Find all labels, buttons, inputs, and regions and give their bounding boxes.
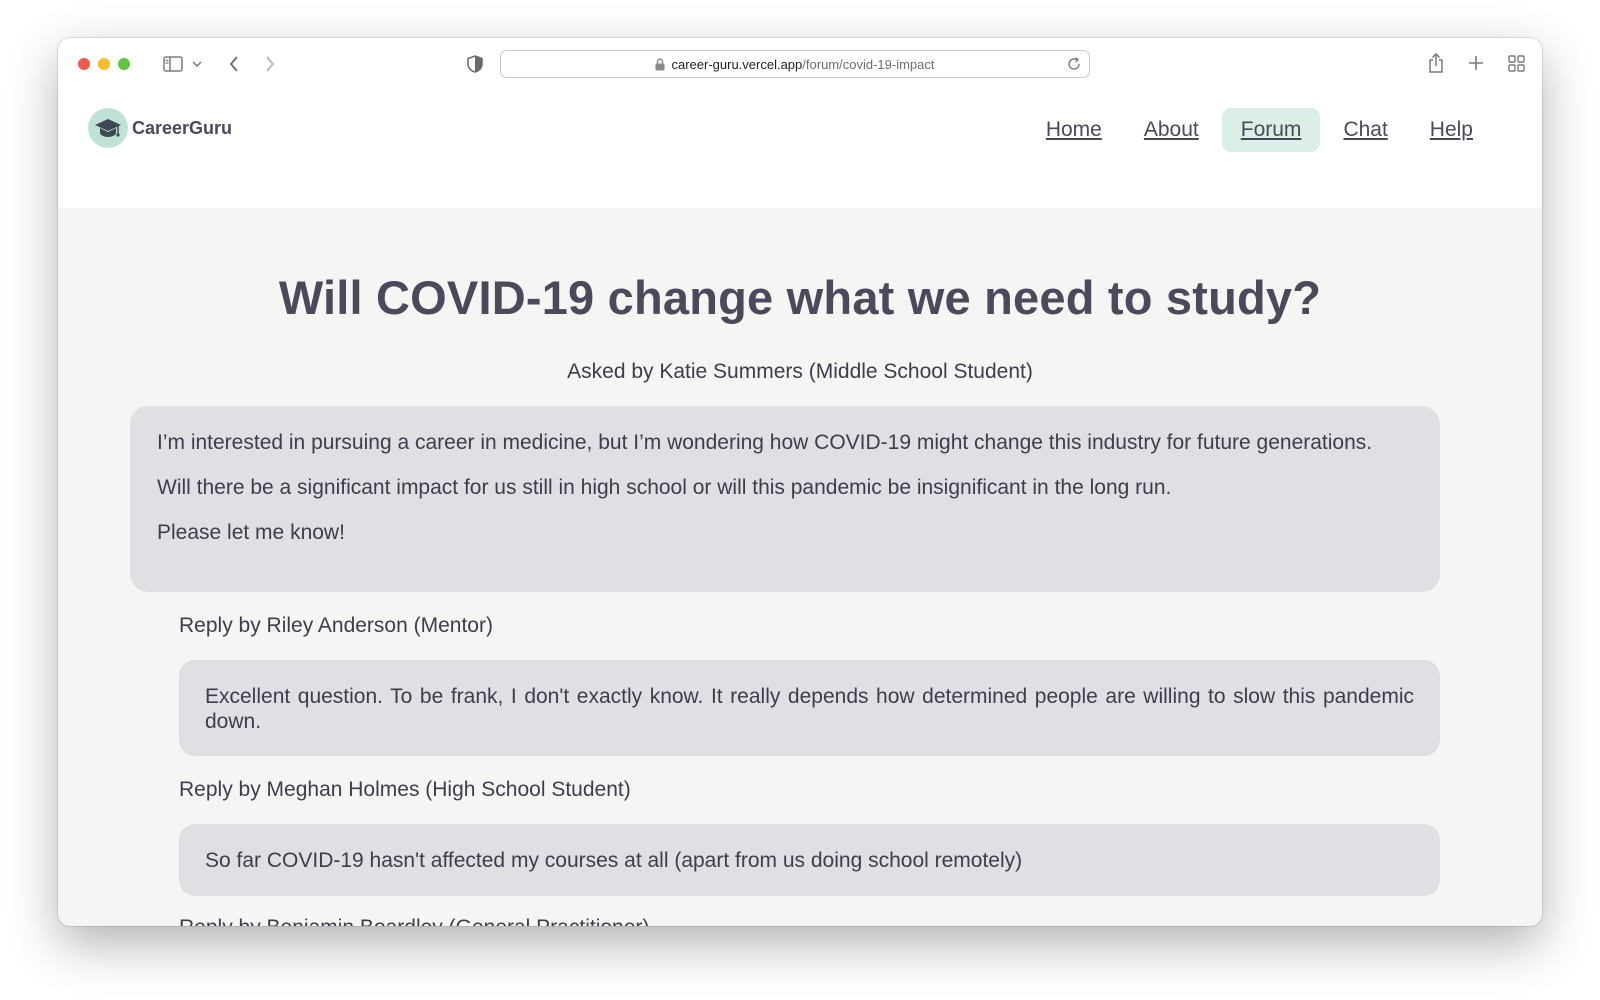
address-bar[interactable]: career-guru.vercel.app/forum/covid-19-im… [500,50,1090,78]
question-author: Asked by Katie Summers (Middle School St… [567,360,1033,383]
shield-icon[interactable] [466,54,484,74]
nav-about[interactable]: About [1125,108,1218,152]
question-paragraph: Will there be a significant impact for u… [157,476,1172,499]
tabs-grid-icon[interactable] [1506,52,1526,74]
lock-icon [655,57,665,71]
logo-text: CareerGuru [132,117,233,138]
window-controls [78,58,130,70]
nav-help[interactable]: Help [1411,108,1492,152]
nav-chat[interactable]: Chat [1324,108,1406,152]
graduation-cap-icon [88,108,128,148]
question-paragraph: Please let me know! [157,521,345,544]
back-icon[interactable] [226,56,242,72]
question-body: I’m interested in pursuing a career in m… [130,406,1440,592]
reply-author: Reply by Benjamin Boardley (General Prac… [179,916,649,926]
forum-thread: Will COVID-19 change what we need to stu… [58,208,1542,926]
question-title: Will COVID-19 change what we need to stu… [278,271,1322,324]
question-paragraph: I’m interested in pursuing a career in m… [157,431,1373,454]
browser-window: career-guru.vercel.app/forum/covid-19-im… [58,38,1542,926]
close-window-button[interactable] [78,58,90,70]
zoom-window-button[interactable] [118,58,130,70]
reply-body: Excellent question. To be frank, I don't… [179,660,1440,756]
url-path: /forum/covid-19-impact [802,56,935,72]
forward-icon[interactable] [262,56,278,72]
site-logo[interactable]: CareerGuru [88,108,232,148]
browser-toolbar: career-guru.vercel.app/forum/covid-19-im… [58,38,1542,90]
site-header: CareerGuru Home About Forum Chat Help [58,90,1542,208]
reply-author: Reply by Riley Anderson (Mentor) [179,614,493,637]
share-icon[interactable] [1426,52,1446,74]
nav-home[interactable]: Home [1027,108,1121,152]
nav-forum[interactable]: Forum [1221,108,1321,152]
url-domain: career-guru.vercel.app [671,56,803,72]
reply-body: So far COVID-19 hasn't affected my cours… [179,824,1440,896]
reload-icon[interactable] [1067,57,1081,71]
main-nav: Home About Forum Chat Help [1023,108,1492,152]
sidebar-icon[interactable] [162,54,184,74]
chevron-down-icon[interactable] [192,61,202,67]
minimize-window-button[interactable] [98,58,110,70]
reply-author: Reply by Meghan Holmes (High School Stud… [179,778,631,801]
browser-actions [1426,52,1526,74]
plus-icon[interactable] [1466,52,1486,74]
